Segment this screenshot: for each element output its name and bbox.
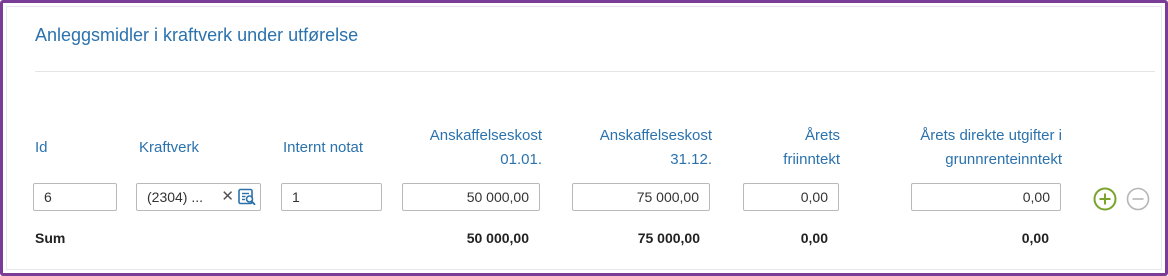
header-internt-notat: Internt notat bbox=[283, 139, 364, 156]
close-icon[interactable]: ✕ bbox=[221, 184, 234, 210]
search-list-icon[interactable] bbox=[238, 188, 256, 206]
header-id: Id bbox=[35, 139, 48, 156]
friinntekt-input[interactable] bbox=[743, 183, 839, 211]
id-input[interactable] bbox=[33, 183, 117, 211]
sum-direkte-utgifter: 0,00 bbox=[1021, 230, 1049, 246]
minus-circle-icon[interactable] bbox=[1126, 187, 1150, 211]
sum-label: Sum bbox=[35, 230, 66, 246]
kraftverk-value: (2304) ... bbox=[147, 189, 204, 205]
internt-notat-input[interactable] bbox=[281, 183, 382, 211]
header-friinntekt-line2: friinntekt bbox=[783, 151, 840, 168]
header-direkte-utgifter-line2: grunnrenteinntekt bbox=[945, 151, 1062, 168]
header-direkte-utgifter: Årets direkte utgifter i grunnrenteinnte… bbox=[863, 124, 1062, 172]
anskaffelseskost-3112-input[interactable] bbox=[572, 183, 710, 211]
header-kraftverk: Kraftverk bbox=[139, 139, 200, 156]
sum-friinntekt: 0,00 bbox=[800, 230, 828, 246]
panel-title: Anleggsmidler i kraftverk under utførels… bbox=[35, 25, 359, 45]
sum-anskaffelseskost-0101: 50 000,00 bbox=[466, 230, 529, 246]
panel-frame: Anleggsmidler i kraftverk under utførels… bbox=[0, 0, 1168, 276]
title-divider bbox=[35, 71, 1155, 72]
header-friinntekt-line1: Årets bbox=[804, 127, 840, 144]
anskaffelseskost-0101-input[interactable] bbox=[402, 183, 540, 211]
header-direkte-utgifter-line1: Årets direkte utgifter i bbox=[920, 127, 1062, 144]
header-anskaffelseskost-3112-line2: 31.12. bbox=[670, 151, 712, 168]
header-anskaffelseskost-0101-line2: 01.01. bbox=[500, 151, 542, 168]
header-friinntekt: Årets friinntekt bbox=[723, 124, 840, 172]
header-anskaffelseskost-3112-line1: Anskaffelseskost bbox=[599, 127, 712, 144]
header-anskaffelseskost-0101: Anskaffelseskost 01.01. bbox=[383, 124, 542, 172]
direkte-utgifter-input[interactable] bbox=[911, 183, 1061, 211]
plus-circle-icon[interactable] bbox=[1093, 187, 1117, 211]
sum-anskaffelseskost-3112: 75 000,00 bbox=[637, 230, 700, 246]
header-anskaffelseskost-0101-line1: Anskaffelseskost bbox=[429, 127, 542, 144]
header-anskaffelseskost-3112: Anskaffelseskost 31.12. bbox=[553, 124, 712, 172]
kraftverk-combobox[interactable]: (2304) ... ✕ bbox=[136, 183, 261, 211]
